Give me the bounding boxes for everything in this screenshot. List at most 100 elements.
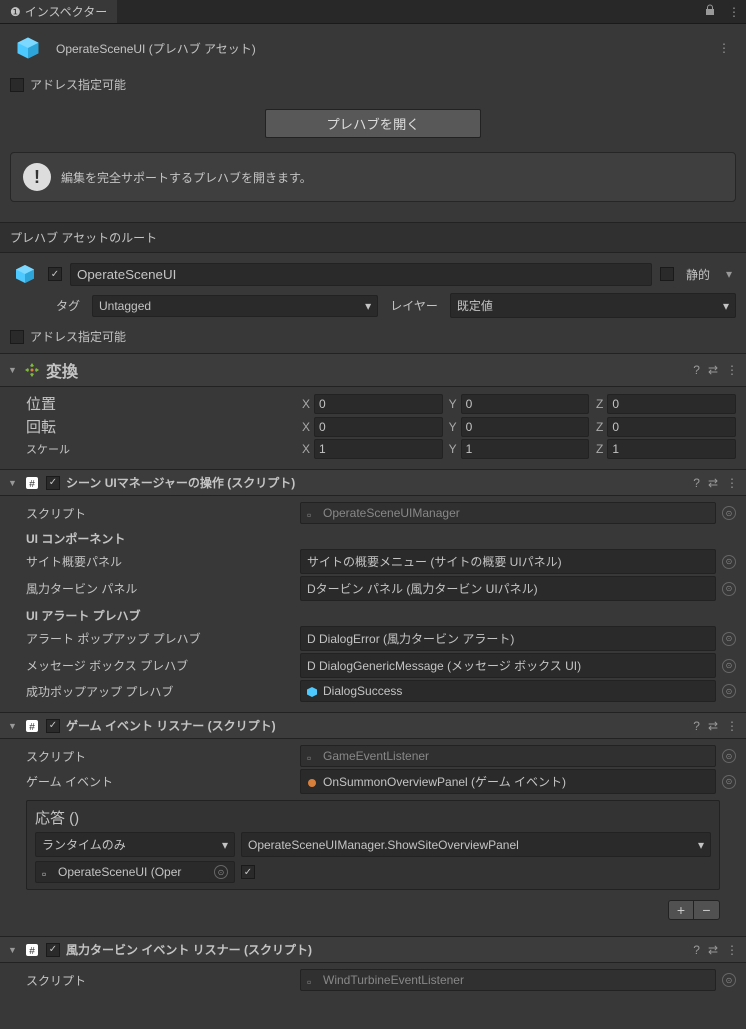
layer-label: レイヤー	[384, 297, 444, 314]
success-label: 成功ポップアップ プレハブ	[10, 683, 300, 700]
rotation-z-input[interactable]	[607, 417, 736, 437]
object-picker-icon[interactable]: ⊙	[214, 865, 228, 879]
foldout-icon[interactable]: ▼	[8, 478, 18, 488]
rotation-x-input[interactable]	[314, 417, 443, 437]
ui-alert-header: UI アラート プレハブ	[26, 607, 736, 624]
script-icon: #	[24, 718, 40, 734]
header-menu-icon[interactable]: ⋮	[712, 41, 736, 55]
tag-layer-row: タグ Untagged▾ レイヤー 既定値▾	[0, 291, 746, 324]
transform-title: 変換	[46, 358, 687, 382]
position-x-input[interactable]	[314, 394, 443, 414]
preset-icon[interactable]: ⇄	[708, 363, 718, 377]
help-icon[interactable]: ?	[693, 363, 700, 377]
gameobject-name-input[interactable]	[70, 263, 652, 286]
object-picker-icon[interactable]: ⊙	[722, 555, 736, 569]
info-text: 編集を完全サポートするプレハブを開きます。	[61, 169, 312, 186]
help-icon[interactable]: ?	[693, 943, 700, 957]
addressable-label: アドレス指定可能	[30, 76, 126, 93]
ui-components-header: UI コンポーネント	[26, 530, 736, 547]
static-checkbox[interactable]	[660, 267, 674, 281]
active-checkbox[interactable]: ✓	[48, 267, 62, 281]
tag-dropdown[interactable]: Untagged▾	[92, 295, 378, 317]
remove-event-button[interactable]: −	[694, 900, 720, 920]
game-event-field[interactable]: OnSummonOverviewPanel (ゲーム イベント)	[300, 769, 716, 794]
wind-panel-field[interactable]: Dタービン パネル (風力タービン UIパネル)	[300, 576, 716, 601]
script-icon: #	[24, 942, 40, 958]
y-axis-label: Y	[447, 397, 461, 411]
comp1-enabled-checkbox[interactable]: ✓	[46, 476, 60, 490]
success-field[interactable]: DialogSuccess	[300, 680, 716, 702]
tab-bar: ❶ インスペクター ⋮	[0, 0, 746, 24]
add-event-button[interactable]: +	[668, 900, 694, 920]
addressable-checkbox[interactable]	[10, 78, 24, 92]
runtime-dropdown[interactable]: ランタイムのみ▾	[35, 832, 235, 857]
scale-label: スケール	[10, 441, 300, 457]
prefab-type-icon	[307, 686, 317, 696]
kebab-menu-icon[interactable]: ⋮	[722, 2, 746, 22]
preset-icon[interactable]: ⇄	[708, 476, 718, 490]
info-icon: !	[23, 163, 51, 191]
scriptable-icon	[307, 777, 317, 787]
object-picker-icon[interactable]: ⊙	[722, 506, 736, 520]
scale-x-input[interactable]	[314, 439, 443, 459]
go-addressable-checkbox[interactable]	[10, 330, 24, 344]
component-menu-icon[interactable]: ⋮	[726, 943, 738, 957]
comp3-header[interactable]: ▼ # ✓ 風力タービン イベント リスナー (スクリプト) ? ⇄ ⋮	[0, 936, 746, 963]
object-picker-icon[interactable]: ⊙	[722, 684, 736, 698]
comp1-header[interactable]: ▼ # ✓ シーン UIマネージャーの操作 (スクリプト) ? ⇄ ⋮	[0, 469, 746, 496]
chevron-down-icon: ▾	[698, 838, 704, 852]
static-dropdown-icon[interactable]: ▾	[722, 267, 736, 281]
comp3-enabled-checkbox[interactable]: ✓	[46, 943, 60, 957]
alert-field[interactable]: D DialogError (風力タービン アラート)	[300, 626, 716, 651]
method-dropdown[interactable]: OperateSceneUIManager.ShowSiteOverviewPa…	[241, 832, 711, 857]
transform-header[interactable]: ▼ 変換 ? ⇄ ⋮	[0, 353, 746, 387]
foldout-icon[interactable]: ▼	[8, 365, 18, 375]
game-event-label: ゲーム イベント	[10, 773, 300, 790]
msg-field[interactable]: D DialogGenericMessage (メッセージ ボックス UI)	[300, 653, 716, 678]
site-panel-field[interactable]: サイトの概要メニュー (サイトの概要 UIパネル)	[300, 549, 716, 574]
gameobject-header: ✓ 静的 ▾	[0, 253, 746, 291]
scale-y-input[interactable]	[461, 439, 590, 459]
inspector-tab[interactable]: ❶ インスペクター	[0, 0, 117, 23]
comp3-title: 風力タービン イベント リスナー (スクリプト)	[66, 941, 687, 958]
foldout-icon[interactable]: ▼	[8, 721, 18, 731]
layer-dropdown[interactable]: 既定値▾	[450, 293, 736, 318]
help-icon[interactable]: ?	[693, 719, 700, 733]
object-picker-icon[interactable]: ⊙	[722, 973, 736, 987]
info-box: ! 編集を完全サポートするプレハブを開きます。	[10, 152, 736, 202]
comp2-enabled-checkbox[interactable]: ✓	[46, 719, 60, 733]
preset-icon[interactable]: ⇄	[708, 719, 718, 733]
alert-label: アラート ポップアップ プレハブ	[10, 630, 300, 647]
rotation-y-input[interactable]	[461, 417, 590, 437]
position-y-input[interactable]	[461, 394, 590, 414]
object-picker-icon[interactable]: ⊙	[722, 775, 736, 789]
open-prefab-button[interactable]: プレハブを開く	[265, 109, 480, 138]
script-label: スクリプト	[10, 748, 300, 765]
script-field: ▫OperateSceneUIManager	[300, 502, 716, 524]
svg-text:#: #	[29, 946, 35, 957]
event-target-field[interactable]: ▫OperateSceneUI (Oper⊙	[35, 861, 235, 883]
object-picker-icon[interactable]: ⊙	[722, 632, 736, 646]
transform-body: 位置 X Y Z 回転 X Y Z スケール X Y Z	[0, 387, 746, 469]
wind-panel-label: 風力タービン パネル	[10, 580, 300, 597]
object-picker-icon[interactable]: ⊙	[722, 749, 736, 763]
help-icon[interactable]: ?	[693, 476, 700, 490]
object-picker-icon[interactable]: ⊙	[722, 659, 736, 673]
gameobject-icon[interactable]	[10, 259, 40, 289]
rotation-label: 回転	[10, 416, 300, 437]
component-menu-icon[interactable]: ⋮	[726, 719, 738, 733]
comp3-body: スクリプト ▫WindTurbineEventListener ⊙	[0, 963, 746, 1001]
component-menu-icon[interactable]: ⋮	[726, 363, 738, 377]
object-picker-icon[interactable]: ⊙	[722, 582, 736, 596]
scale-z-input[interactable]	[607, 439, 736, 459]
static-label: 静的	[682, 266, 714, 283]
preset-icon[interactable]: ⇄	[708, 943, 718, 957]
chevron-down-icon: ▾	[222, 838, 228, 852]
position-z-input[interactable]	[607, 394, 736, 414]
event-arg-checkbox[interactable]: ✓	[241, 865, 255, 879]
comp2-header[interactable]: ▼ # ✓ ゲーム イベント リスナー (スクリプト) ? ⇄ ⋮	[0, 712, 746, 739]
foldout-icon[interactable]: ▼	[8, 945, 18, 955]
script-type-icon: ▫	[307, 508, 317, 518]
component-menu-icon[interactable]: ⋮	[726, 476, 738, 490]
lock-icon[interactable]	[698, 1, 722, 22]
